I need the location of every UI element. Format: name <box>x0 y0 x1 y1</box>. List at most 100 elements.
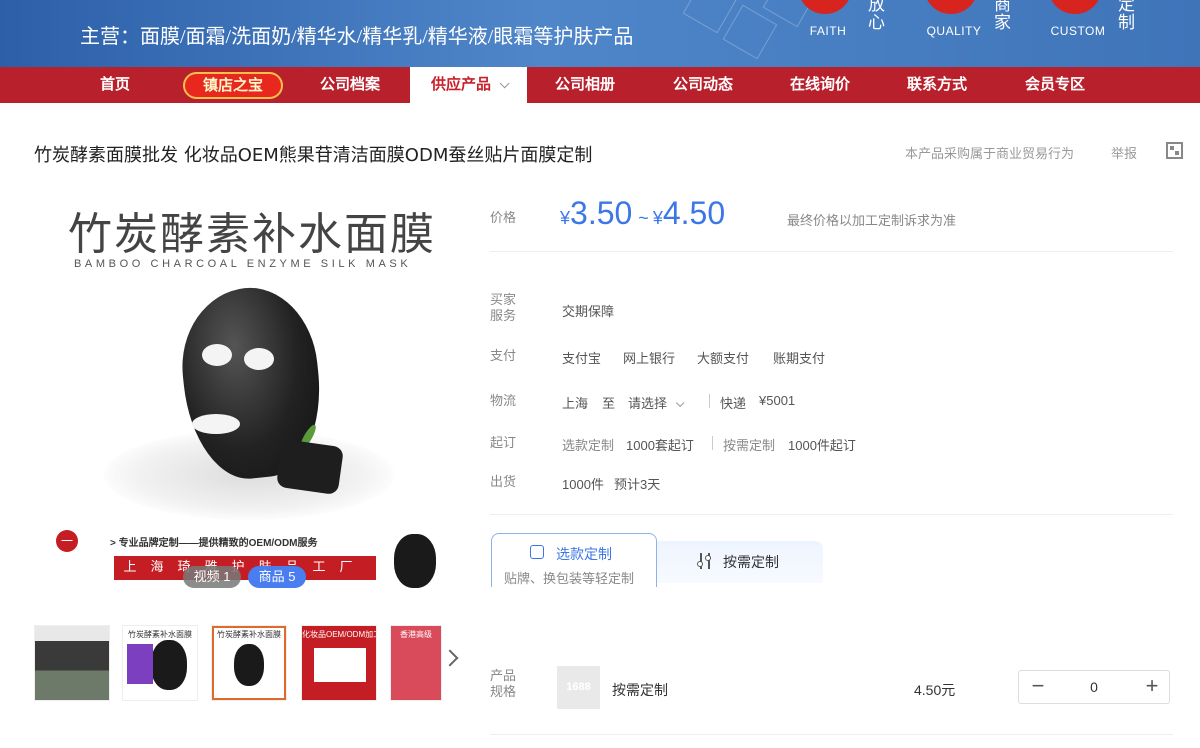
nav-item-album[interactable]: 公司相册 <box>530 67 640 103</box>
separator <box>712 436 713 450</box>
pay-method: 支付宝 <box>562 351 602 366</box>
badge-custom: CUSTOM 定制 <box>1048 0 1168 40</box>
thumbnail-label: 竹炭酵素补水面膜 <box>217 630 281 639</box>
spec-name: 按需定制 <box>612 682 668 698</box>
qr-code-icon[interactable] <box>1166 142 1183 159</box>
nav-item-products-label: 供应产品 <box>430 76 491 93</box>
currency-symbol: ¥ <box>560 208 571 228</box>
report-link[interactable]: 举报 <box>1111 143 1137 162</box>
product-title: 竹炭酵素面膜批发 化妆品OEM熊果苷清洁面膜ODM蚕丝贴片面膜定制 <box>34 145 593 166</box>
price-note: 最终价格以加工定制诉求为准 <box>787 213 957 228</box>
nav-item-news[interactable]: 公司动态 <box>648 67 758 103</box>
thumbnail-label: 香港高级 <box>400 630 432 639</box>
goods-pill[interactable]: 商品 5 <box>248 566 306 588</box>
nav-item-inquiry[interactable]: 在线询价 <box>765 67 875 103</box>
main-business: 主营：面膜/面霜/洗面奶/精华水/精华乳/精华液/眼霜等护肤产品 <box>80 26 634 48</box>
divider <box>490 734 1173 735</box>
pay-method: 大额支付 <box>697 351 750 366</box>
hexagon-decoration <box>722 4 778 60</box>
thumbnail[interactable]: 竹炭酵素补水面膜 <box>122 625 198 701</box>
badge-faith: FAITH 放心 <box>798 0 918 40</box>
price-max: 4.50 <box>662 195 726 231</box>
logistics-express: 快递 <box>720 396 747 411</box>
moq-value: 1000件起订 <box>788 438 856 453</box>
spec-price: 4.50元 <box>914 682 956 698</box>
mask-eye-hole <box>202 344 232 366</box>
logistics-price: ¥5001 <box>759 393 796 408</box>
mask-mouth-hole <box>192 414 240 434</box>
chevron-down-icon <box>499 78 510 89</box>
nav-item-treasure[interactable]: 镇店之宝 <box>183 72 283 99</box>
divider <box>490 514 1173 515</box>
region-select-value: 请选择 <box>628 396 668 411</box>
nav-item-products[interactable]: 供应产品 <box>410 67 527 103</box>
badge-en-label: CUSTOM <box>1050 24 1106 38</box>
nav-item-contact[interactable]: 联系方式 <box>882 67 992 103</box>
pay-method: 网上银行 <box>623 351 676 366</box>
thumbnail-video[interactable] <box>34 625 110 701</box>
trade-note: 本产品采购属于商业贸易行为 <box>905 146 1075 161</box>
moq-label: 起订 <box>490 435 517 450</box>
shipping-qty: 1000件 <box>562 477 604 492</box>
image-heading: 竹炭酵素补水面膜 <box>68 209 436 260</box>
badge-icon <box>924 0 978 14</box>
currency-symbol: ¥ <box>652 208 663 228</box>
thumbnail[interactable]: 香港高级 <box>390 625 442 701</box>
moq-value: 1000套起订 <box>626 438 694 453</box>
spec-image: 1688 <box>557 666 600 709</box>
payment-label: 支付 <box>490 348 517 363</box>
nav-item-profile[interactable]: 公司档案 <box>295 67 405 103</box>
tab-select-custom[interactable]: 选款定制 贴牌、换包装等轻定制 <box>491 533 657 587</box>
video-pill[interactable]: 视频 1 <box>183 566 241 588</box>
spec-label: 产品规格 <box>490 668 517 699</box>
service-seal: 一 <box>56 530 78 552</box>
pay-method: 账期支付 <box>773 351 826 366</box>
badge-icon <box>1048 0 1102 14</box>
badge-cn-label: 放心 <box>868 0 885 33</box>
small-mask-illustration <box>394 534 436 588</box>
badge-quality: QUALITY 商家 <box>924 0 1044 40</box>
image-tagline: > 专业品牌定制——提供精致的OEM/ODM服务 <box>110 538 318 549</box>
badge-icon <box>798 0 852 14</box>
factory-banner: 上海琦雅护肤品工厂 <box>114 556 376 580</box>
logistics-from: 上海 <box>562 396 589 411</box>
tab-on-demand-custom[interactable]: 按需定制 <box>657 541 823 583</box>
thumbnail-strip: 竹炭酵素补水面膜 竹炭酵素补水面膜 化妆品OEM/ODM加工基地 香港高级 <box>34 625 454 703</box>
moq-type: 选款定制 <box>562 438 615 453</box>
thumbnail-label: 化妆品OEM/ODM加工基地 <box>302 630 376 639</box>
buyer-service-value[interactable]: 交期保障 <box>562 301 614 320</box>
tab-title: 按需定制 <box>723 554 779 570</box>
tab-title: 选款定制 <box>556 546 612 562</box>
charcoal-pieces <box>275 438 345 496</box>
shipping-eta: 预计3天 <box>614 477 661 492</box>
increase-button[interactable]: + <box>1135 671 1169 703</box>
badge-en-label: QUALITY <box>926 24 982 38</box>
logistics-label: 物流 <box>490 393 517 408</box>
sliders-icon <box>697 553 713 569</box>
thumbnail[interactable]: 竹炭酵素补水面膜 <box>211 625 287 701</box>
logistics-to: 至 <box>602 396 616 411</box>
divider <box>490 251 1173 252</box>
moq-type: 按需定制 <box>723 438 776 453</box>
nav-item-member[interactable]: 会员专区 <box>1000 67 1110 103</box>
decrease-button[interactable]: − <box>1021 671 1055 703</box>
buyer-service-label: 买家服务 <box>490 292 517 323</box>
badge-cn-label: 商家 <box>994 0 1011 33</box>
quantity-input[interactable]: 0 <box>1059 671 1129 703</box>
shop-nav: 首页 镇店之宝 公司档案 供应产品 公司相册 公司动态 在线询价 联系方式 会员… <box>0 67 1200 103</box>
main-product-image[interactable]: 竹炭酵素补水面膜 BAMBOO CHARCOAL ENZYME SILK MAS… <box>34 178 452 598</box>
separator <box>709 394 710 408</box>
quantity-stepper: − 0 + <box>1018 670 1170 704</box>
region-select[interactable]: 请选择 <box>628 393 685 412</box>
price-range: ¥3.50 ~ ¥4.50 <box>560 195 725 232</box>
price-label: 价格 <box>490 210 517 225</box>
cube-icon <box>530 545 544 559</box>
nav-item-home[interactable]: 首页 <box>60 67 170 103</box>
shipping-label: 出货 <box>490 474 517 489</box>
thumbnail-label: 竹炭酵素补水面膜 <box>128 630 192 639</box>
mask-eye-hole <box>244 348 274 370</box>
thumbnail[interactable]: 化妆品OEM/ODM加工基地 <box>301 625 377 701</box>
badge-cn-label: 定制 <box>1118 0 1135 33</box>
price-separator: ~ <box>638 208 649 228</box>
chevron-down-icon <box>675 398 685 408</box>
